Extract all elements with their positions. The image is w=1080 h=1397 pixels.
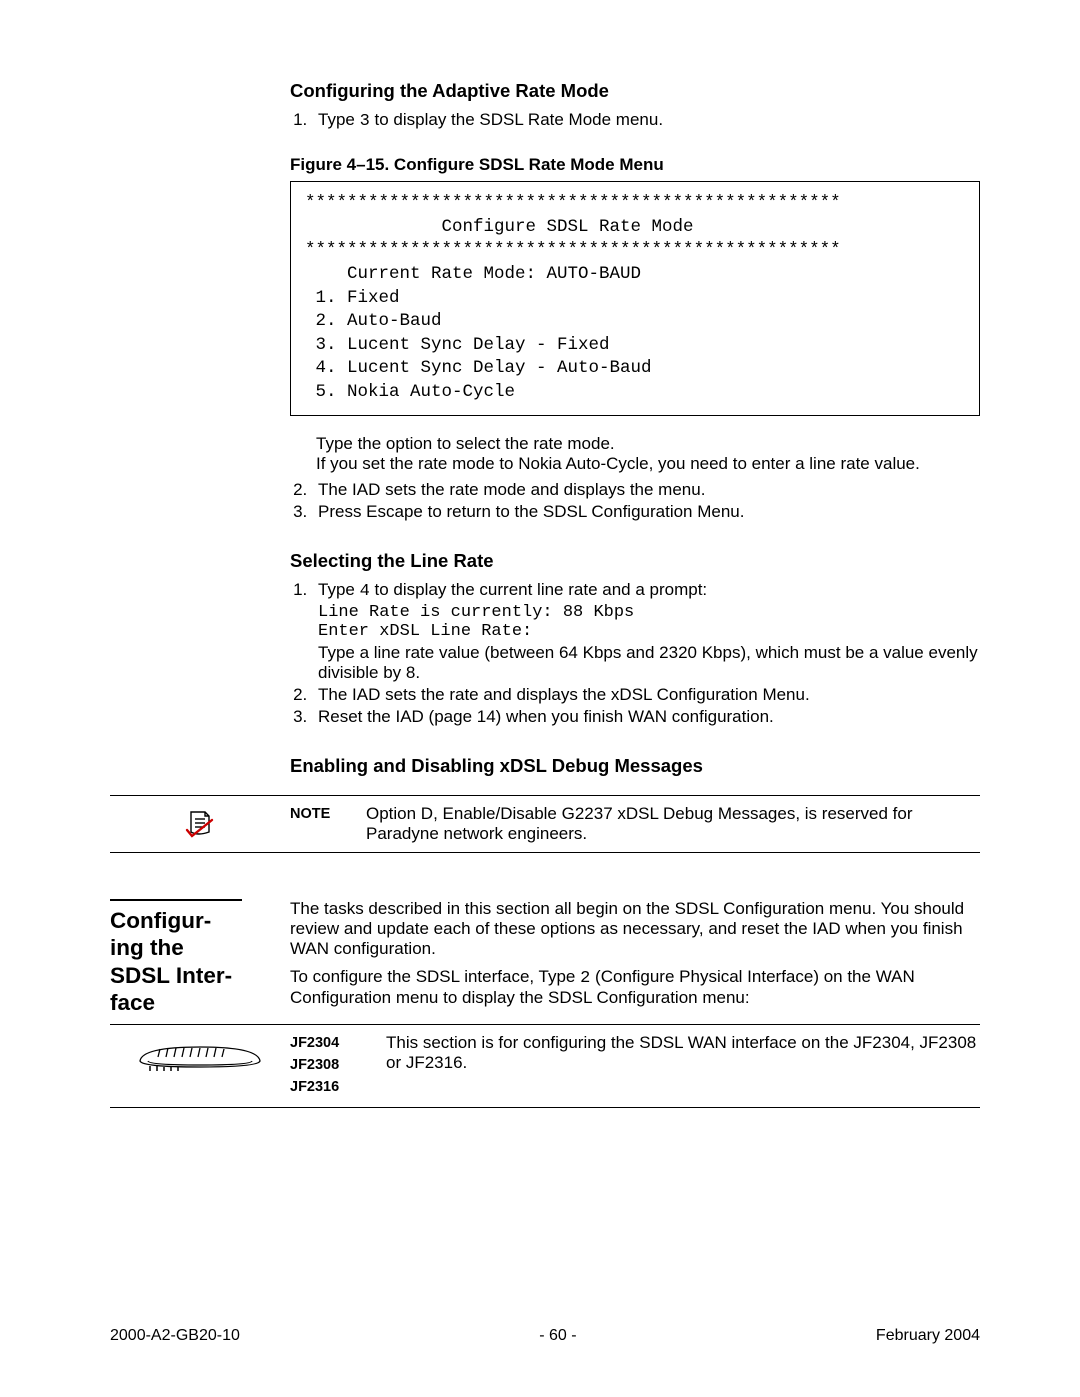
note-icon-cell xyxy=(110,804,290,840)
list-item: Reset the IAD (page 14) when you finish … xyxy=(312,707,980,727)
section-title-column: Configur-ing theSDSL Inter-face xyxy=(110,899,290,1017)
device-icon-cell xyxy=(110,1033,290,1073)
device-row: JF2304 JF2308 JF2316 This section is for… xyxy=(110,1025,980,1106)
ordered-list: The IAD sets the rate mode and displays … xyxy=(290,480,980,522)
list-item: Press Escape to return to the SDSL Confi… xyxy=(312,502,980,522)
footer-date: February 2004 xyxy=(876,1327,980,1345)
section-debug-messages: Enabling and Disabling xDSL Debug Messag… xyxy=(290,755,980,777)
list-item: The IAD sets the rate mode and displays … xyxy=(312,480,980,500)
page-footer: 2000-A2-GB20-10 - 60 - February 2004 xyxy=(110,1327,980,1345)
note-text: Option D, Enable/Disable G2237 xDSL Debu… xyxy=(366,804,980,844)
inline-code: 2 xyxy=(580,969,590,988)
footer-page-number: - 60 - xyxy=(539,1327,576,1345)
note-icon xyxy=(183,806,217,840)
text: To configure the SDSL interface, Type xyxy=(290,967,580,986)
paragraph: To configure the SDSL interface, Type 2 … xyxy=(290,967,980,1008)
device-tag: JF2308 xyxy=(290,1055,386,1077)
section-adaptive-rate: Configuring the Adaptive Rate Mode Type … xyxy=(290,80,980,522)
code-snippet: Line Rate is currently: 88 Kbps Enter xD… xyxy=(318,603,980,641)
device-icon xyxy=(130,1033,270,1073)
inline-code: 4 xyxy=(360,582,370,601)
note-row: NOTE Option D, Enable/Disable G2237 xDSL… xyxy=(110,796,980,852)
rule xyxy=(110,1107,980,1108)
paragraph: Type the option to select the rate mode.… xyxy=(316,434,980,474)
section-heading: Selecting the Line Rate xyxy=(290,550,980,572)
device-tag: JF2316 xyxy=(290,1077,386,1099)
device-text: This section is for configuring the SDSL… xyxy=(386,1033,980,1073)
section-body: The tasks described in this section all … xyxy=(290,899,980,1008)
note-label: NOTE xyxy=(290,804,366,822)
rule xyxy=(110,852,980,853)
section-heading: Enabling and Disabling xDSL Debug Messag… xyxy=(290,755,980,777)
section-line-rate: Selecting the Line Rate Type 4 to displa… xyxy=(290,550,980,727)
section-title: Configur-ing theSDSL Inter-face xyxy=(110,907,278,1017)
section-configuring-sdsl: Configur-ing theSDSL Inter-face The task… xyxy=(110,899,980,1017)
text: Type a line rate value (between 64 Kbps … xyxy=(318,643,980,683)
document-page: Configuring the Adaptive Rate Mode Type … xyxy=(0,0,1080,1397)
list-item: Type 4 to display the current line rate … xyxy=(312,580,980,683)
step-text: Type 3 to display the SDSL Rate Mode men… xyxy=(318,110,663,129)
inline-code: 3 xyxy=(360,112,370,131)
section-heading: Configuring the Adaptive Rate Mode xyxy=(290,80,980,102)
text: Type the option to select the rate mode. xyxy=(316,434,980,454)
device-tags: JF2304 JF2308 JF2316 xyxy=(290,1033,386,1098)
list-item: The IAD sets the rate and displays the x… xyxy=(312,685,980,705)
device-tag: JF2304 xyxy=(290,1033,386,1055)
footer-doc-id: 2000-A2-GB20-10 xyxy=(110,1327,240,1345)
ordered-list: Type 4 to display the current line rate … xyxy=(290,580,980,727)
text: If you set the rate mode to Nokia Auto-C… xyxy=(316,454,980,474)
code-block: ****************************************… xyxy=(290,181,980,416)
list-item: Type 3 to display the SDSL Rate Mode men… xyxy=(312,110,980,131)
step-text: Type 4 to display the current line rate … xyxy=(318,580,980,601)
paragraph: The tasks described in this section all … xyxy=(290,899,980,959)
figure-caption: Figure 4–15. Configure SDSL Rate Mode Me… xyxy=(290,155,980,175)
rule xyxy=(110,899,242,901)
ordered-list: Type 3 to display the SDSL Rate Mode men… xyxy=(290,110,980,131)
